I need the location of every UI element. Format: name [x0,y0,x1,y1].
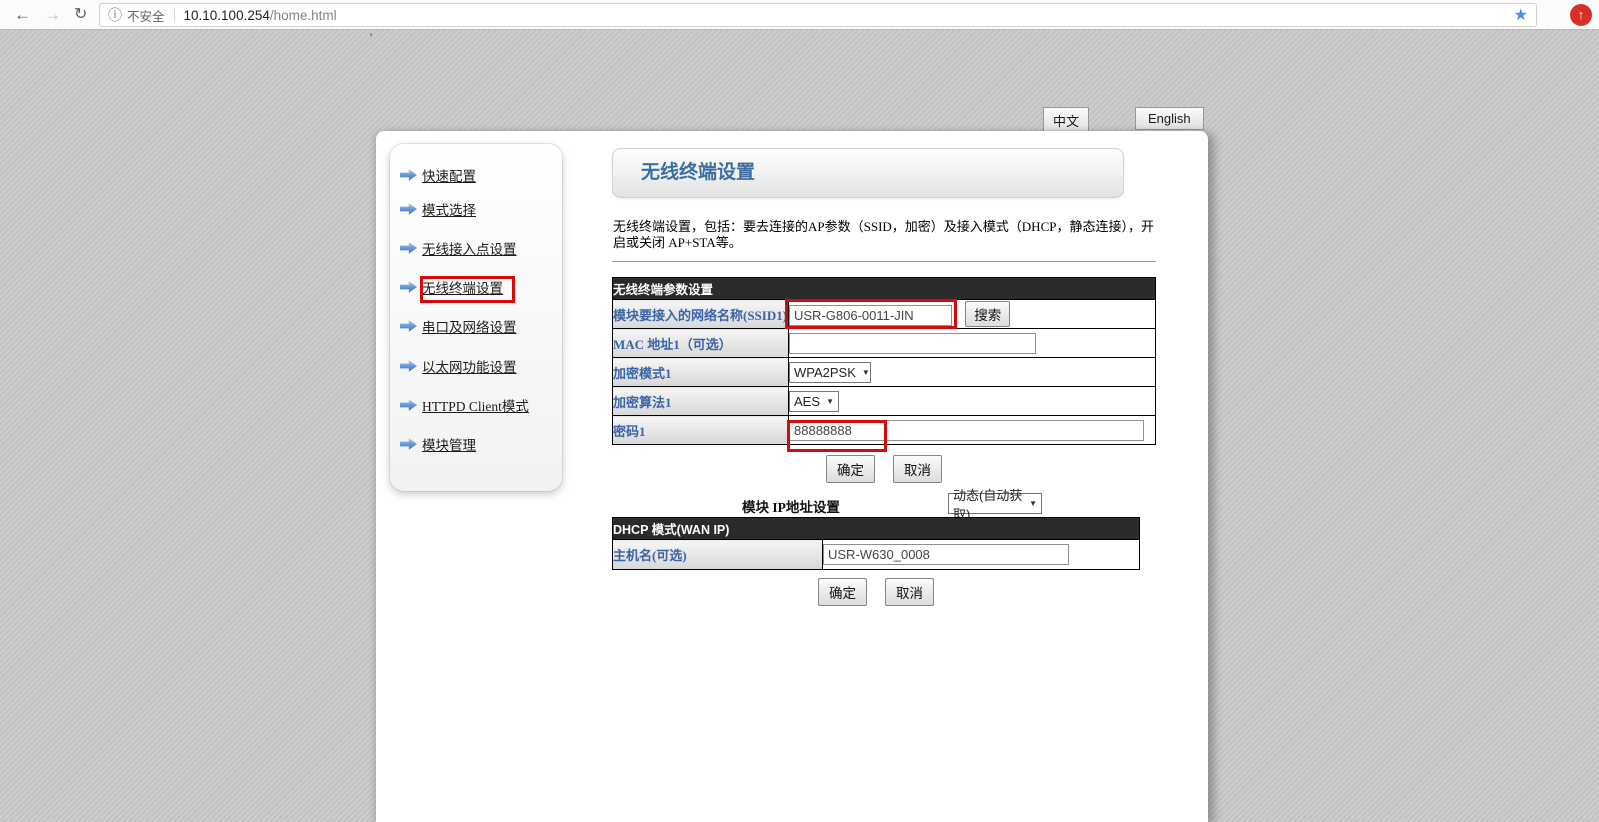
encryption-algorithm-label: 加密算法1 [613,387,789,416]
chevron-down-icon: ▼ [862,368,870,377]
encryption-mode-select[interactable]: WPA2PSK ▼ [789,362,871,383]
url-separator [174,8,175,23]
search-button[interactable]: 搜索 [965,301,1010,327]
password-input[interactable] [789,420,1144,441]
arrow-icon [400,169,417,182]
sidebar-link[interactable]: 无线终端设置 [422,277,503,297]
hostname-label: 主机名(可选) [613,540,823,570]
hostname-input[interactable] [823,544,1069,565]
url-host: 10.10.100.254 [184,8,270,23]
language-chinese-button[interactable]: 中文 [1043,107,1089,134]
dhcp-buttons-row: 确定 取消 [612,578,1140,606]
info-icon[interactable]: ⓘ [108,5,122,25]
sidebar-item-quick-setup: 快速配置 [400,164,476,186]
page-description: 无线终端设置，包括：要去连接的AP参数（SSID，加密）及接入模式（DHCP，静… [613,219,1165,251]
sidebar-link[interactable]: 模块管理 [422,434,476,454]
sidebar-link[interactable]: HTTPD Client模式 [422,395,529,415]
cancel-button[interactable]: 取消 [885,578,934,606]
ok-button[interactable]: 确定 [826,455,875,483]
reload-icon[interactable]: ↻ [74,2,87,28]
page-background: ' 中文 English 快速配置 模式选择 无线接入点设置 无线终端设置 串口… [0,30,1599,822]
sta-settings-table: 无线终端参数设置 模块要接入的网络名称(SSID1) 搜索 MAC 地址1（可选… [612,277,1156,445]
cancel-button[interactable]: 取消 [893,455,942,483]
selected-value: WPA2PSK [794,365,856,380]
page-title-box: 无线终端设置 [612,148,1124,198]
back-icon[interactable]: ← [14,2,31,28]
mac-label: MAC 地址1（可选） [613,329,789,358]
dhcp-table: DHCP 模式(WAN IP) 主机名(可选) [612,517,1140,570]
selected-value: AES [794,394,820,409]
chevron-down-icon: ▼ [1029,499,1037,508]
sidebar-link[interactable]: 无线接入点设置 [422,238,517,258]
sidebar-item-mode-select: 模式选择 [400,198,476,220]
mac-input[interactable] [789,333,1036,354]
security-label: 不安全 [127,6,165,25]
ssid-label: 模块要接入的网络名称(SSID1) [613,300,789,329]
ip-setting-select[interactable]: 动态(自动获取) ▼ [948,493,1042,514]
browser-toolbar: ← → ↻ ⓘ 不安全 10.10.100.254 /home.html ★ ↑ [0,0,1599,30]
arrow-icon [400,281,417,294]
sidebar-link[interactable]: 串口及网络设置 [422,316,517,336]
sidebar-link[interactable]: 快速配置 [422,165,476,185]
chevron-down-icon: ▼ [826,397,834,406]
arrow-icon [400,320,417,333]
arrow-icon [400,242,417,255]
password-label: 密码1 [613,416,789,445]
url-path: /home.html [270,8,337,23]
ok-button[interactable]: 确定 [818,578,867,606]
sta-buttons-row: 确定 取消 [612,455,1156,483]
arrow-icon [400,438,417,451]
language-english-button[interactable]: English [1135,107,1204,130]
arrow-icon [400,203,417,216]
divider [612,261,1156,262]
stray-mark: ' [370,30,372,45]
sidebar-item-wireless-ap: 无线接入点设置 [400,237,517,259]
ip-setting-label: 模块 IP地址设置 [742,496,840,516]
content-panel: 快速配置 模式选择 无线接入点设置 无线终端设置 串口及网络设置 以太网功能设置… [376,131,1208,822]
sidebar-link[interactable]: 以太网功能设置 [422,356,517,376]
page-title: 无线终端设置 [613,149,1123,197]
encryption-mode-label: 加密模式1 [613,358,789,387]
arrow-icon [400,399,417,412]
address-bar[interactable]: ⓘ 不安全 10.10.100.254 /home.html ★ [99,3,1537,27]
ssid-input[interactable] [789,305,952,326]
sidebar-item-wireless-sta: 无线终端设置 [400,276,503,298]
extension-icon[interactable]: ↑ [1570,4,1592,26]
sidebar-item-httpd-client: HTTPD Client模式 [400,394,529,416]
table-header: 无线终端参数设置 [613,278,1156,300]
arrow-icon [400,360,417,373]
sidebar-item-serial-network: 串口及网络设置 [400,315,517,337]
bookmark-star-icon[interactable]: ★ [1514,5,1528,25]
sidebar-item-module-management: 模块管理 [400,433,476,455]
table-header: DHCP 模式(WAN IP) [613,518,1140,540]
encryption-algorithm-select[interactable]: AES ▼ [789,391,839,412]
sidebar-item-ethernet: 以太网功能设置 [400,355,517,377]
sidebar-link[interactable]: 模式选择 [422,199,476,219]
forward-icon[interactable]: → [44,2,61,28]
sidebar: 快速配置 模式选择 无线接入点设置 无线终端设置 串口及网络设置 以太网功能设置… [390,144,562,491]
